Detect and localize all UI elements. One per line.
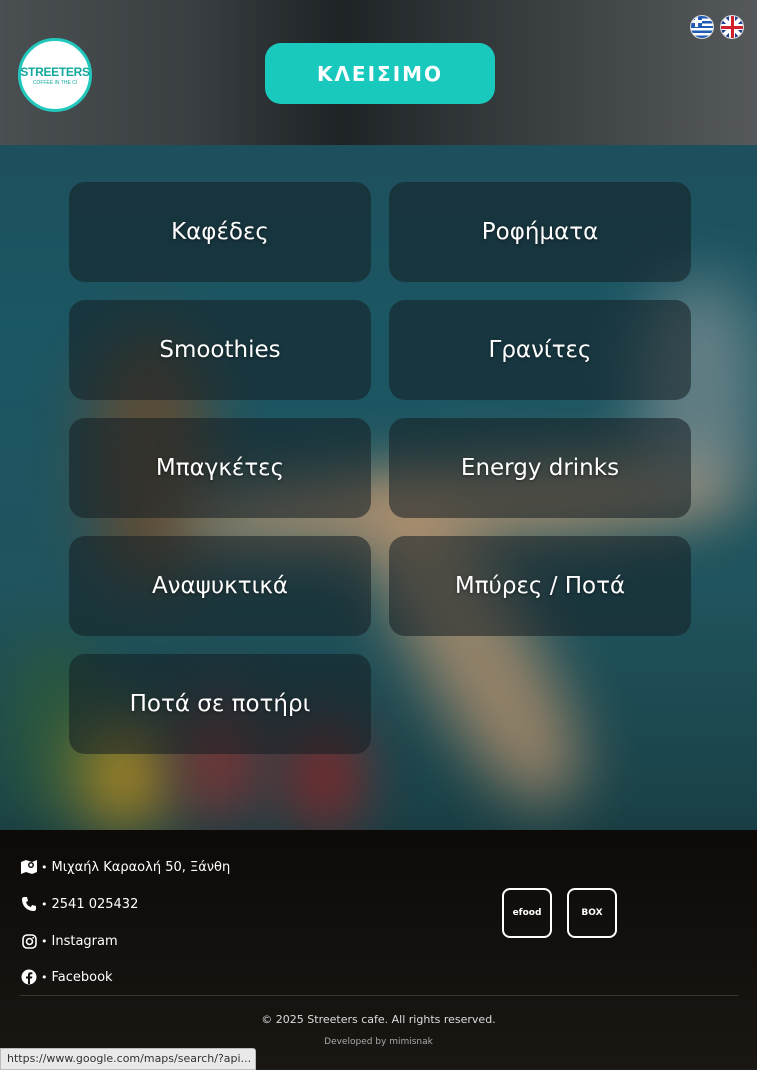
header-bar: STREETERS COFFEE IN THE CI ΚΛΕΙΣΙΜΟ [0,0,757,145]
category-baguettes[interactable]: Μπαγκέτες [69,418,371,518]
box-link[interactable]: BOX [567,888,617,938]
efood-logo: efood [512,908,542,918]
instagram-link[interactable]: • Instagram [20,932,118,950]
category-beers-drinks[interactable]: Μπύρες / Ποτά [389,536,691,636]
instagram-text: Instagram [51,933,118,949]
category-energy-drinks[interactable]: Energy drinks [389,418,691,518]
developer-credit[interactable]: Developed by mimisnak [0,1037,757,1047]
phone-icon [20,895,38,913]
streeters-logo[interactable]: STREETERS COFFEE IN THE CI [18,38,92,112]
copyright-text: © 2025 Streeters cafe. All rights reserv… [261,1013,496,1026]
facebook-text: Facebook [51,969,113,985]
close-button[interactable]: ΚΛΕΙΣΙΜΟ [265,43,495,104]
efood-link[interactable]: efood [502,888,552,938]
instagram-icon [20,932,38,950]
status-bar-url: https://www.google.com/maps/search/?api.… [0,1048,256,1070]
category-granitas[interactable]: Γρανίτες [389,300,691,400]
facebook-icon [20,968,38,986]
phone-text: 2541 025432 [51,896,139,912]
box-logo: BOX [581,908,603,918]
greek-flag-icon[interactable] [690,15,714,39]
category-coffees[interactable]: Καφέδες [69,182,371,282]
logo-subtext: COFFEE IN THE CI [32,79,78,86]
category-beverages[interactable]: Ροφήματα [389,182,691,282]
category-soft-drinks[interactable]: Αναψυκτικά [69,536,371,636]
category-drinks-by-glass[interactable]: Ποτά σε ποτήρι [69,654,371,754]
footer-divider [20,995,738,996]
uk-flag-icon[interactable] [720,15,744,39]
category-smoothies[interactable]: Smoothies [69,300,371,400]
address-link[interactable]: • Μιχαήλ Καραολή 50, Ξάνθη [20,858,230,876]
phone-link[interactable]: • 2541 025432 [20,895,138,913]
facebook-link[interactable]: • Facebook [20,968,113,986]
map-icon [20,858,38,876]
address-text: Μιχαήλ Καραολή 50, Ξάνθη [51,859,231,875]
logo-text: STREETERS [20,64,90,79]
